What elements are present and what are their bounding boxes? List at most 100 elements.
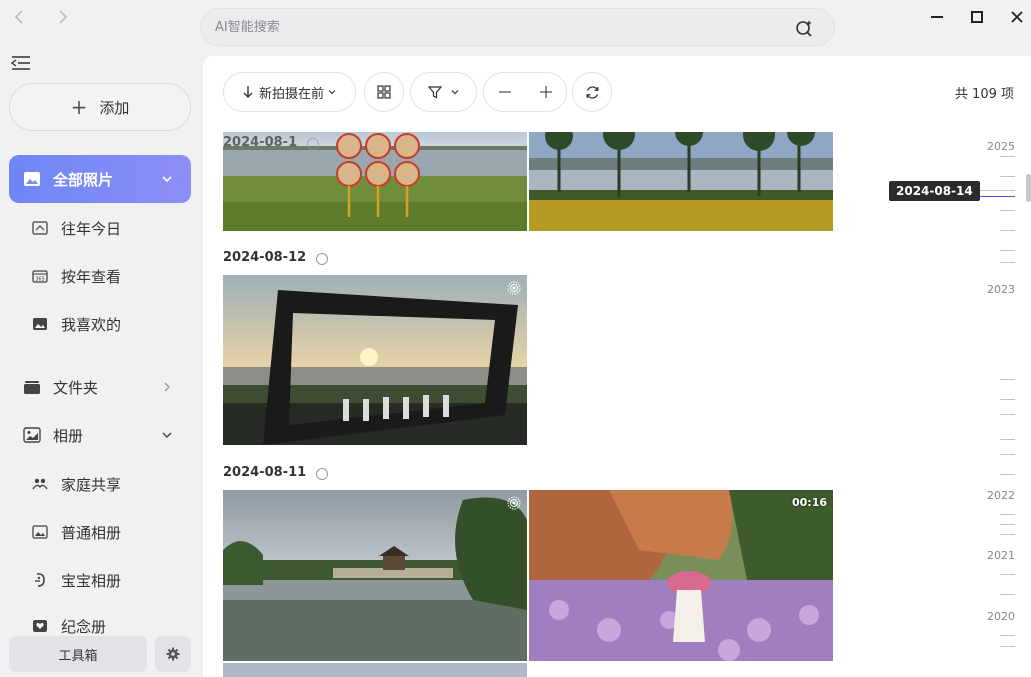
timeline-tick	[1000, 414, 1015, 415]
photos-icon	[23, 170, 41, 188]
sidebar-item-label: 宝宝相册	[61, 571, 122, 590]
select-group-checkbox[interactable]	[316, 253, 329, 265]
live-photo-icon	[507, 281, 521, 295]
timeline-year[interactable]: 2025	[987, 140, 1015, 153]
chevron-down-icon	[451, 90, 458, 95]
add-button[interactable]: + 添加	[9, 83, 191, 131]
timeline-position-marker	[975, 196, 1015, 197]
favorite-image-icon	[31, 315, 49, 333]
timeline-year[interactable]: 2021	[987, 549, 1015, 562]
timeline-scrubber[interactable]: 2025 2023 2022 2021 2020 2024-08-14	[889, 132, 1031, 677]
timeline-tick	[1000, 534, 1015, 535]
timeline-tick	[1000, 210, 1015, 211]
date-group-label: 2024-08-12	[223, 249, 307, 265]
timeline-tick	[1000, 454, 1015, 455]
select-group-checkbox[interactable]	[316, 468, 329, 480]
zoom-in-icon[interactable]	[539, 85, 553, 99]
sidebar-item-favorites[interactable]: 我喜欢的	[9, 302, 191, 346]
vertical-scrollbar[interactable]	[1026, 174, 1031, 202]
timeline-year[interactable]: 2023	[987, 283, 1015, 296]
item-count: 共 109 项	[954, 87, 1014, 102]
filter-icon	[427, 86, 442, 99]
refresh-icon	[586, 85, 598, 99]
photo-thumbnail[interactable]	[223, 490, 527, 661]
sidebar-item-years-ago-today[interactable]: 往年今日	[9, 206, 191, 250]
calendar-year-icon: 365	[31, 267, 49, 285]
minimize-icon	[931, 16, 943, 18]
chevron-down-icon	[328, 90, 336, 95]
timeline-tick	[1000, 514, 1015, 515]
plus-icon: +	[70, 95, 88, 119]
filter-button[interactable]	[410, 72, 477, 112]
video-thumbnail[interactable]: 00:16	[529, 490, 833, 661]
back-button[interactable]	[8, 6, 30, 28]
maximize-button[interactable]	[965, 5, 989, 29]
chevron-down-icon[interactable]	[161, 429, 173, 441]
sidebar-item-folders[interactable]: 文件夹	[9, 365, 191, 409]
sidebar-item-family-share[interactable]: 家庭共享	[9, 462, 191, 506]
sidebar-item-label: 普通相册	[61, 523, 122, 542]
timeline-tick	[1000, 250, 1015, 251]
refresh-button[interactable]	[572, 72, 612, 112]
palm-lake-photo	[529, 132, 833, 231]
chevron-right-icon	[59, 10, 68, 24]
photo-thumbnail[interactable]	[223, 275, 527, 445]
date-group-label: 2024-08-11	[223, 464, 307, 480]
timeline-tick	[1000, 176, 1015, 177]
video-duration: 00:16	[791, 496, 827, 509]
live-photo-icon	[507, 496, 521, 510]
search-input[interactable]	[215, 17, 775, 37]
ai-search-icon[interactable]	[794, 18, 814, 38]
sidebar-item-label: 纪念册	[61, 617, 107, 636]
sort-button[interactable]: 新拍摄在前	[223, 72, 356, 112]
search-bar[interactable]	[200, 8, 835, 46]
settings-button[interactable]	[155, 636, 191, 672]
view-mode-button[interactable]	[364, 72, 404, 112]
frame-sunset-photo	[223, 275, 527, 445]
sidebar-item-all-photos[interactable]: 全部照片	[9, 155, 191, 203]
sidebar-item-label: 按年查看	[61, 267, 122, 286]
date-group-header: 2024-08-11	[223, 464, 329, 480]
timeline-tick	[1000, 574, 1015, 575]
bridge-lake-photo	[223, 490, 527, 661]
sidebar-item-label: 文件夹	[53, 378, 99, 397]
gear-icon	[166, 647, 180, 661]
flower-field-video	[529, 490, 833, 661]
timeline-tick	[1000, 399, 1015, 400]
add-button-label: 添加	[99, 98, 130, 117]
timeline-tick	[975, 190, 1015, 191]
photo-app-window: + 添加 全部照片 往年今日 365 按年查看 我喜欢的 文件夹	[0, 0, 1031, 677]
photo-thumbnail[interactable]	[529, 132, 833, 231]
zoom-out-icon[interactable]	[498, 85, 512, 99]
chevron-left-icon	[14, 10, 23, 24]
family-share-icon	[31, 475, 49, 493]
sidebar-item-baby-albums[interactable]: 宝宝相册	[9, 558, 191, 602]
sort-label: 新拍摄在前	[258, 86, 324, 102]
sidebar-item-label: 相册	[53, 426, 84, 445]
close-button[interactable]	[1005, 5, 1029, 29]
maximize-icon	[971, 11, 983, 23]
forward-button[interactable]	[52, 6, 74, 28]
timeline-year[interactable]: 2022	[987, 489, 1015, 502]
timeline-tick	[1000, 474, 1015, 475]
timeline-tick	[1000, 524, 1015, 525]
select-group-checkbox[interactable]	[307, 138, 320, 150]
toolbox-label: 工具箱	[58, 648, 98, 664]
timeline-tick	[1000, 646, 1015, 647]
main-panel: 新拍摄在前 共 109 项 2024-08-1 2024-08-12 2024-…	[203, 56, 1031, 677]
sidebar-item-albums[interactable]: 相册	[9, 413, 191, 457]
toolbox-button[interactable]: 工具箱	[9, 636, 147, 672]
arrow-down-icon	[243, 86, 253, 98]
date-group-header: 2024-08-12	[223, 249, 329, 265]
timeline-year[interactable]: 2020	[987, 610, 1015, 623]
sidebar-item-by-year[interactable]: 365 按年查看	[9, 254, 191, 298]
timeline-tick	[1000, 262, 1015, 263]
collapse-sidebar-icon[interactable]	[10, 54, 32, 72]
photo-thumbnail[interactable]	[223, 663, 527, 677]
chevron-down-icon[interactable]	[161, 173, 173, 185]
close-icon	[1011, 11, 1023, 23]
timeline-tick	[1000, 439, 1015, 440]
sidebar-item-normal-albums[interactable]: 普通相册	[9, 510, 191, 554]
minimize-button[interactable]	[925, 5, 949, 29]
chevron-right-icon[interactable]	[161, 381, 173, 393]
